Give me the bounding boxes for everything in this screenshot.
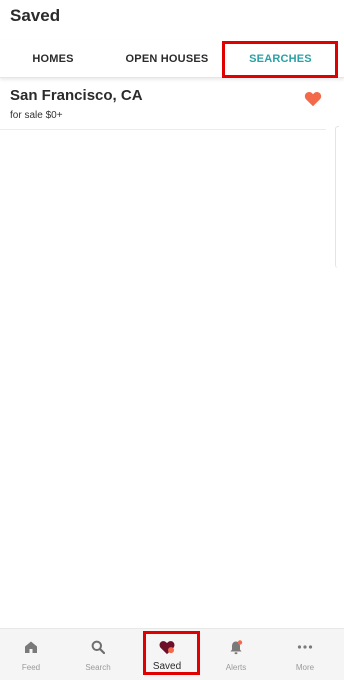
nav-search-label: Search <box>85 663 111 672</box>
bell-icon <box>229 638 243 656</box>
nav-feed[interactable]: Feed <box>0 629 65 680</box>
nav-feed-label: Feed <box>21 663 41 672</box>
saved-search-title: San Francisco, CA <box>10 87 143 104</box>
page-title: Saved <box>10 6 61 25</box>
nav-alerts-label: Alerts <box>225 663 247 672</box>
nav-saved[interactable]: Saved <box>133 629 201 680</box>
tab-searches[interactable]: SEARCHES <box>224 40 337 78</box>
tab-homes[interactable]: HOMES <box>0 40 106 78</box>
more-icon <box>297 638 313 656</box>
heart-icon <box>159 638 175 656</box>
home-icon <box>24 638 38 656</box>
tab-open-houses[interactable]: OPEN HOUSES <box>110 40 224 78</box>
nav-saved-label: Saved <box>152 661 182 672</box>
bottom-navigation: Feed Search Saved Alerts More <box>0 628 344 680</box>
saved-search-item[interactable]: San Francisco, CA for sale $0+ <box>0 84 326 130</box>
nav-search[interactable]: Search <box>64 629 132 680</box>
scroll-edge <box>335 126 339 268</box>
favorite-heart-icon[interactable] <box>302 89 324 109</box>
saved-search-criteria: for sale $0+ <box>10 110 63 121</box>
nav-more[interactable]: More <box>271 629 339 680</box>
saved-tabs: HOMES OPEN HOUSES SEARCHES <box>0 40 344 78</box>
app-header: Saved <box>0 0 344 36</box>
search-icon <box>91 638 105 656</box>
nav-alerts[interactable]: Alerts <box>202 629 270 680</box>
nav-more-label: More <box>295 663 315 672</box>
